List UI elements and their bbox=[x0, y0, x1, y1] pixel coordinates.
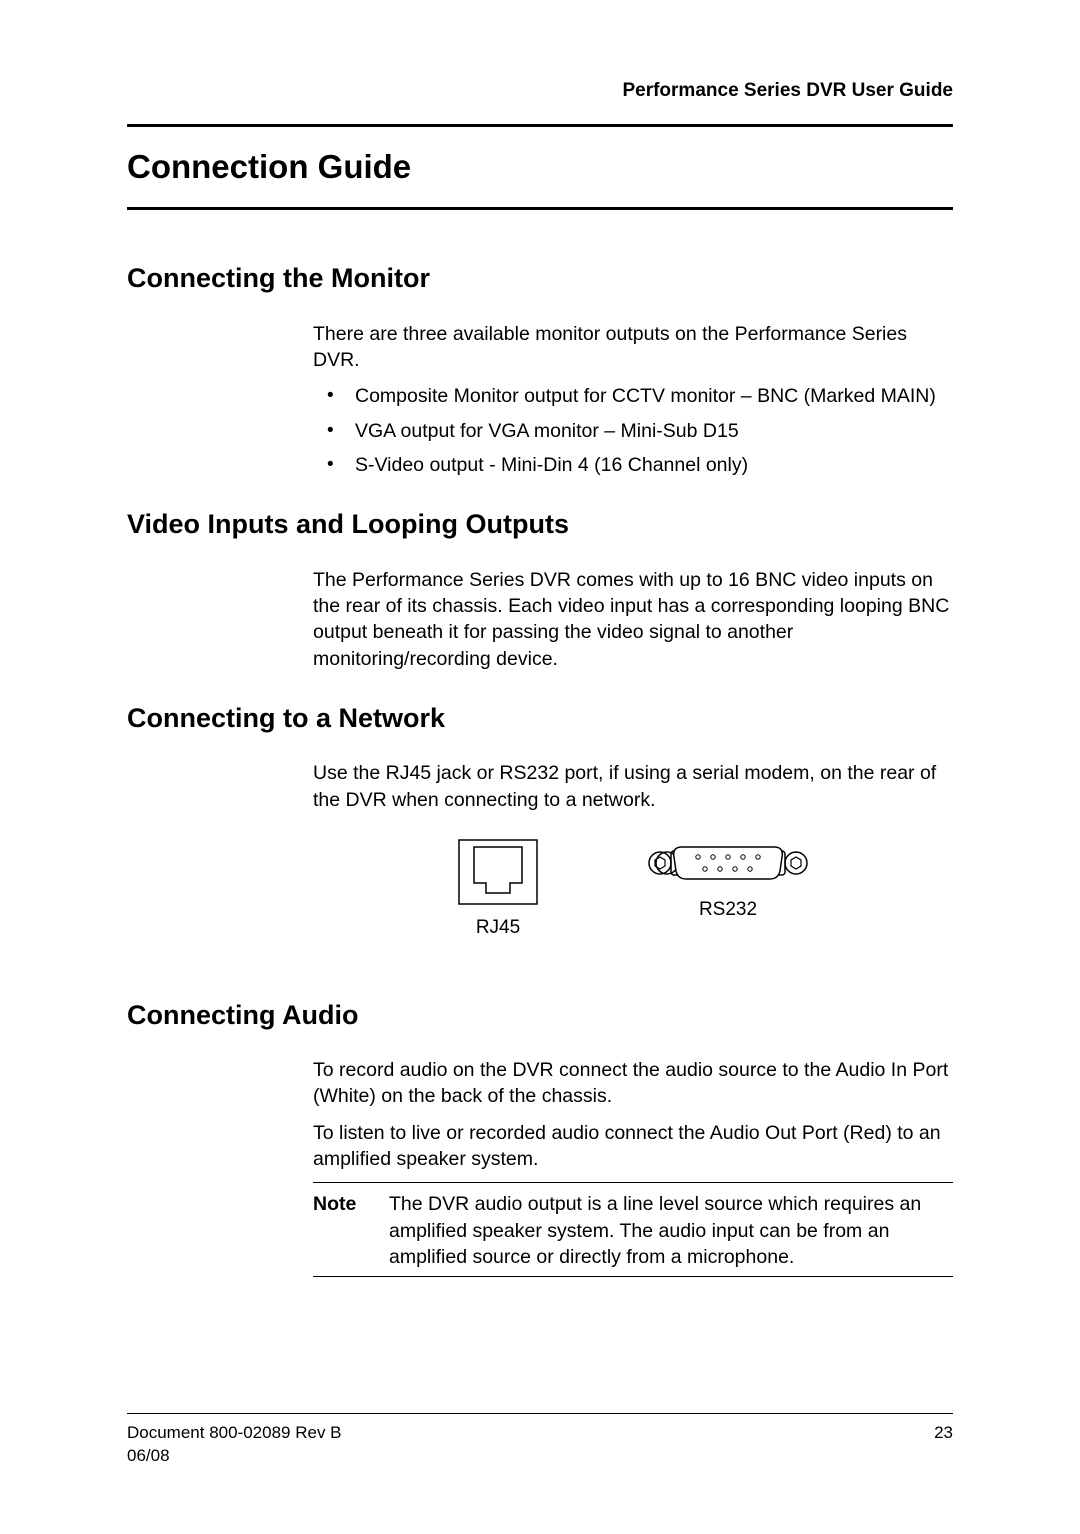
note-text: The DVR audio output is a line level sou… bbox=[389, 1191, 953, 1270]
footer-document-id: Document 800-02089 Rev B bbox=[127, 1422, 342, 1445]
page-footer: Document 800-02089 Rev B 23 06/08 bbox=[127, 1413, 953, 1468]
network-text: Use the RJ45 jack or RS232 port, if usin… bbox=[313, 760, 953, 813]
monitor-bullet-3: S-Video output - Mini-Din 4 (16 Channel … bbox=[313, 452, 953, 478]
rj45-port-icon bbox=[458, 839, 538, 905]
audio-p2: To listen to live or recorded audio conn… bbox=[313, 1120, 953, 1173]
section-audio-body: To record audio on the DVR connect the a… bbox=[313, 1057, 953, 1277]
note-label: Note bbox=[313, 1191, 389, 1270]
heading-connecting-audio: Connecting Audio bbox=[127, 997, 953, 1033]
section-network-body: Use the RJ45 jack or RS232 port, if usin… bbox=[313, 760, 953, 940]
heading-connecting-network: Connecting to a Network bbox=[127, 700, 953, 736]
monitor-intro: There are three available monitor output… bbox=[313, 321, 953, 374]
footer-date: 06/08 bbox=[127, 1445, 953, 1468]
heading-video-inputs: Video Inputs and Looping Outputs bbox=[127, 506, 953, 542]
rj45-caption: RJ45 bbox=[476, 915, 520, 941]
note-rule-bottom bbox=[313, 1276, 953, 1277]
section-monitor-body: There are three available monitor output… bbox=[313, 321, 953, 479]
page-header-title: Performance Series DVR User Guide bbox=[127, 78, 953, 104]
title-rule-top bbox=[127, 124, 953, 127]
video-text: The Performance Series DVR comes with up… bbox=[313, 567, 953, 672]
section-video-body: The Performance Series DVR comes with up… bbox=[313, 567, 953, 672]
heading-connecting-monitor: Connecting the Monitor bbox=[127, 260, 953, 296]
footer-page-number: 23 bbox=[934, 1422, 953, 1445]
footer-rule bbox=[127, 1413, 953, 1414]
rs232-port-icon bbox=[648, 839, 808, 887]
monitor-bullet-1: Composite Monitor output for CCTV monito… bbox=[313, 383, 953, 409]
rs232-caption: RS232 bbox=[699, 897, 757, 923]
monitor-bullet-2: VGA output for VGA monitor – Mini-Sub D1… bbox=[313, 418, 953, 444]
title-rule-bottom bbox=[127, 207, 953, 210]
note-block: Note The DVR audio output is a line leve… bbox=[313, 1182, 953, 1277]
page-title: Connection Guide bbox=[127, 145, 953, 190]
audio-p1: To record audio on the DVR connect the a… bbox=[313, 1057, 953, 1110]
